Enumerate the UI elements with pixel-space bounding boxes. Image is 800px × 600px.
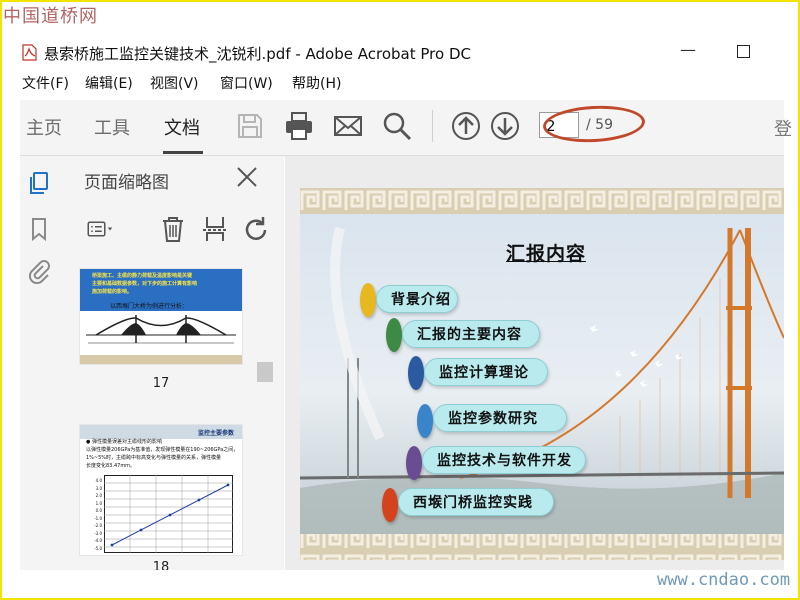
y-tick: 3.0 xyxy=(95,485,102,491)
delete-page-icon[interactable] xyxy=(158,214,188,244)
menu-help[interactable]: 帮助(H) xyxy=(292,73,341,93)
thumbnail-options-icon[interactable] xyxy=(86,214,126,244)
slide-page: 汇报内容 背景介绍 汇报的主要内容 监控计算理论 监控参数研究 监控技术与软件开… xyxy=(300,188,784,560)
menu-view[interactable]: 视图(V) xyxy=(150,73,199,93)
item-marker-icon xyxy=(408,356,424,390)
menu-window[interactable]: 窗口(W) xyxy=(220,73,273,93)
slide-title: 汇报内容 xyxy=(506,243,587,265)
thumbnail-chart-y-ticks: 4.0 3.0 2.0 1.0 0.0 -1.0 -2.0 -3.0 -4.0 … xyxy=(88,477,102,552)
y-tick: -4.0 xyxy=(94,538,102,543)
item-marker-icon xyxy=(417,404,433,438)
thumbnail-text-line: 桥梁施工、主缆的静力荷载及温度影响是关键 xyxy=(92,273,193,279)
y-tick: -1.0 xyxy=(94,515,102,521)
thumbnail-line-chart xyxy=(104,475,233,553)
agenda-item: 监控技术与软件开发 xyxy=(422,446,586,474)
agenda-item: 背景介绍 xyxy=(376,285,458,313)
email-icon[interactable] xyxy=(332,110,364,142)
thumbnail-page-label: 17 xyxy=(152,376,170,391)
item-marker-icon xyxy=(360,283,376,317)
maximize-button[interactable] xyxy=(737,45,750,58)
save-icon[interactable] xyxy=(234,110,266,142)
y-tick: -5.0 xyxy=(94,545,102,551)
agenda-item: 汇报的主要内容 xyxy=(402,320,540,348)
menu-file[interactable]: 文件(F) xyxy=(22,73,69,93)
thumbnail-page-17[interactable]: 桥梁施工、主缆的静力荷载及温度影响是关键 主要和基础数据参数，对下步的施工计算有… xyxy=(79,268,243,365)
rotate-page-icon[interactable] xyxy=(242,214,272,244)
toolbar: 主页 工具 文档 2 / 59 登 xyxy=(20,100,792,156)
highlight-oval xyxy=(542,103,646,145)
item-marker-icon xyxy=(382,488,398,522)
y-tick: 0.0 xyxy=(95,508,102,513)
attachment-icon[interactable] xyxy=(26,258,52,284)
thumbnail-text: 桥梁施工、主缆的静力荷载及温度影响是关键 主要和基础数据参数，对下步的施工计算有… xyxy=(92,272,240,296)
y-tick: -3.0 xyxy=(94,530,102,536)
tab-tools[interactable]: 工具 xyxy=(94,114,130,140)
scrollbar-thumb[interactable] xyxy=(257,362,273,382)
navigation-rail xyxy=(20,156,67,570)
thumbnail-bridge-diagram xyxy=(86,315,236,344)
close-icon[interactable] xyxy=(236,166,258,188)
thumbnail-body-text: ● 弹性模量误差对主缆线形的影响 以弹性模量206GPa为基准值，发现弹性模量在… xyxy=(86,438,242,470)
y-tick: 2.0 xyxy=(95,493,102,498)
toolbar-separator xyxy=(432,110,433,142)
item-marker-icon xyxy=(386,318,402,352)
thumbnail-list: 桥梁施工、主缆的静力荷载及温度影响是关键 主要和基础数据参数，对下步的施工计算有… xyxy=(66,264,256,570)
watermark-bottom: www.cndao.com xyxy=(657,570,791,590)
y-tick: 4.0 xyxy=(95,478,102,483)
watermark-top: 中国道桥网 xyxy=(3,6,98,27)
next-page-icon[interactable] xyxy=(489,110,521,142)
sign-in-button[interactable]: 登 xyxy=(774,115,792,141)
thumbnail-text-line: 以弹性模量206GPa为基准值，发现弹性模量在190~206GPa之间， xyxy=(86,447,239,453)
active-tab-indicator xyxy=(163,151,203,154)
previous-page-icon[interactable] xyxy=(450,110,482,142)
thumbnail-scrollbar[interactable] xyxy=(256,252,273,570)
item-marker-icon xyxy=(406,446,422,480)
tab-document[interactable]: 文档 xyxy=(164,114,200,140)
panel-title: 页面缩略图 xyxy=(84,173,169,193)
thumbnail-header-text: 监控主要参数 xyxy=(198,430,235,437)
extract-page-icon[interactable] xyxy=(200,214,230,244)
minimize-button[interactable]: — xyxy=(680,40,696,59)
tab-home[interactable]: 主页 xyxy=(26,114,62,140)
thumbnail-page-18[interactable]: 监控主要参数 ● 弹性模量误差对主缆线形的影响 以弹性模量206GPa为基准值，… xyxy=(79,424,243,556)
y-tick: -2.0 xyxy=(94,523,102,528)
document-view: 汇报内容 背景介绍 汇报的主要内容 监控计算理论 监控参数研究 监控技术与软件开… xyxy=(285,156,784,570)
thumbnail-footer-band xyxy=(80,355,242,364)
thumbnail-text-line: 1%~5%时，主缆跨中标高变化与弹性模量的关系，弹性模量 xyxy=(86,455,222,461)
thumbnail-text-line: ● 弹性模量误差对主缆线形的影响 xyxy=(86,439,162,445)
thumbnails-panel: 页面缩略图 桥梁施工、主缆的静力荷载及温度影响是关键 主要和基础数据参数，对下步… xyxy=(66,156,284,570)
agenda-item: 监控参数研究 xyxy=(433,404,567,432)
thumbnail-caption: 以西堠门大桥为例进行分析： xyxy=(110,303,189,310)
print-icon[interactable] xyxy=(283,110,315,142)
menu-edit[interactable]: 编辑(E) xyxy=(85,73,133,93)
window-title: 悬索桥施工监控关键技术_沈锐利.pdf - Adobe Acrobat Pro … xyxy=(44,45,471,63)
thumbnail-text-line: 施加荷载的影响。 xyxy=(92,289,133,295)
title-bar: 悬索桥施工监控关键技术_沈锐利.pdf - Adobe Acrobat Pro … xyxy=(20,36,790,68)
panel-toolbar xyxy=(66,208,284,248)
thumbnail-text-line: 主要和基础数据参数，对下步的施工计算有影响 xyxy=(92,281,198,287)
search-icon[interactable] xyxy=(381,110,413,142)
agenda-item: 监控计算理论 xyxy=(424,358,548,386)
page-thumbnails-icon[interactable] xyxy=(26,170,52,196)
thumbnail-text-line: 长度变化83.47mm。 xyxy=(86,463,136,469)
y-tick: 1.0 xyxy=(95,500,102,506)
pdf-file-icon xyxy=(22,44,37,61)
thumbnail-page-label: 18 xyxy=(152,560,170,570)
bookmark-icon[interactable] xyxy=(26,216,52,242)
agenda-item: 西堠门桥监控实践 xyxy=(398,488,554,516)
